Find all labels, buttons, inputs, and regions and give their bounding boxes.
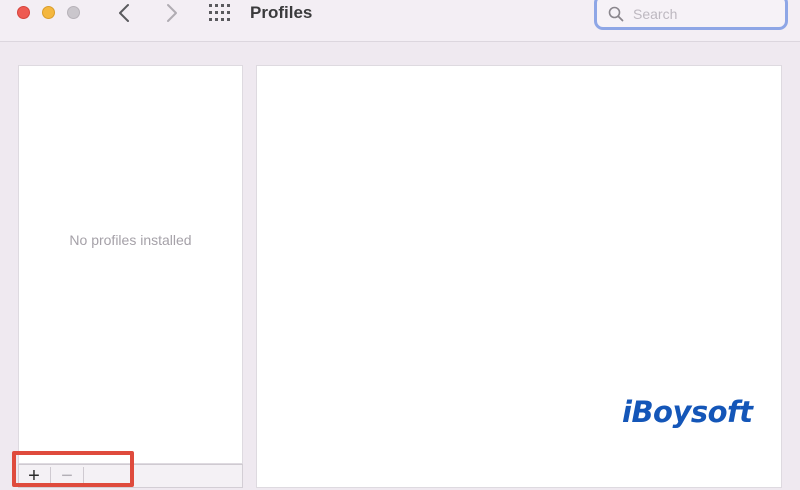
watermark-logo: iBoysoft [622, 395, 753, 429]
forward-button[interactable] [159, 1, 183, 25]
empty-list-message: No profiles installed [69, 232, 192, 248]
title-bar: Profiles [0, 0, 800, 42]
chevron-right-icon [167, 4, 177, 22]
search-input[interactable] [633, 5, 781, 23]
back-button[interactable] [113, 1, 137, 25]
window-title: Profiles [250, 3, 313, 22]
search-field[interactable] [594, 0, 788, 30]
chevron-left-icon [119, 4, 129, 22]
minimize-window-button[interactable] [42, 6, 55, 19]
zoom-window-button[interactable] [67, 6, 80, 19]
highlight-box [12, 451, 134, 487]
search-icon [608, 6, 624, 22]
close-window-button[interactable] [17, 6, 30, 19]
show-all-button[interactable] [209, 4, 231, 22]
grid-icon [209, 4, 230, 21]
profiles-list-panel [18, 65, 243, 464]
